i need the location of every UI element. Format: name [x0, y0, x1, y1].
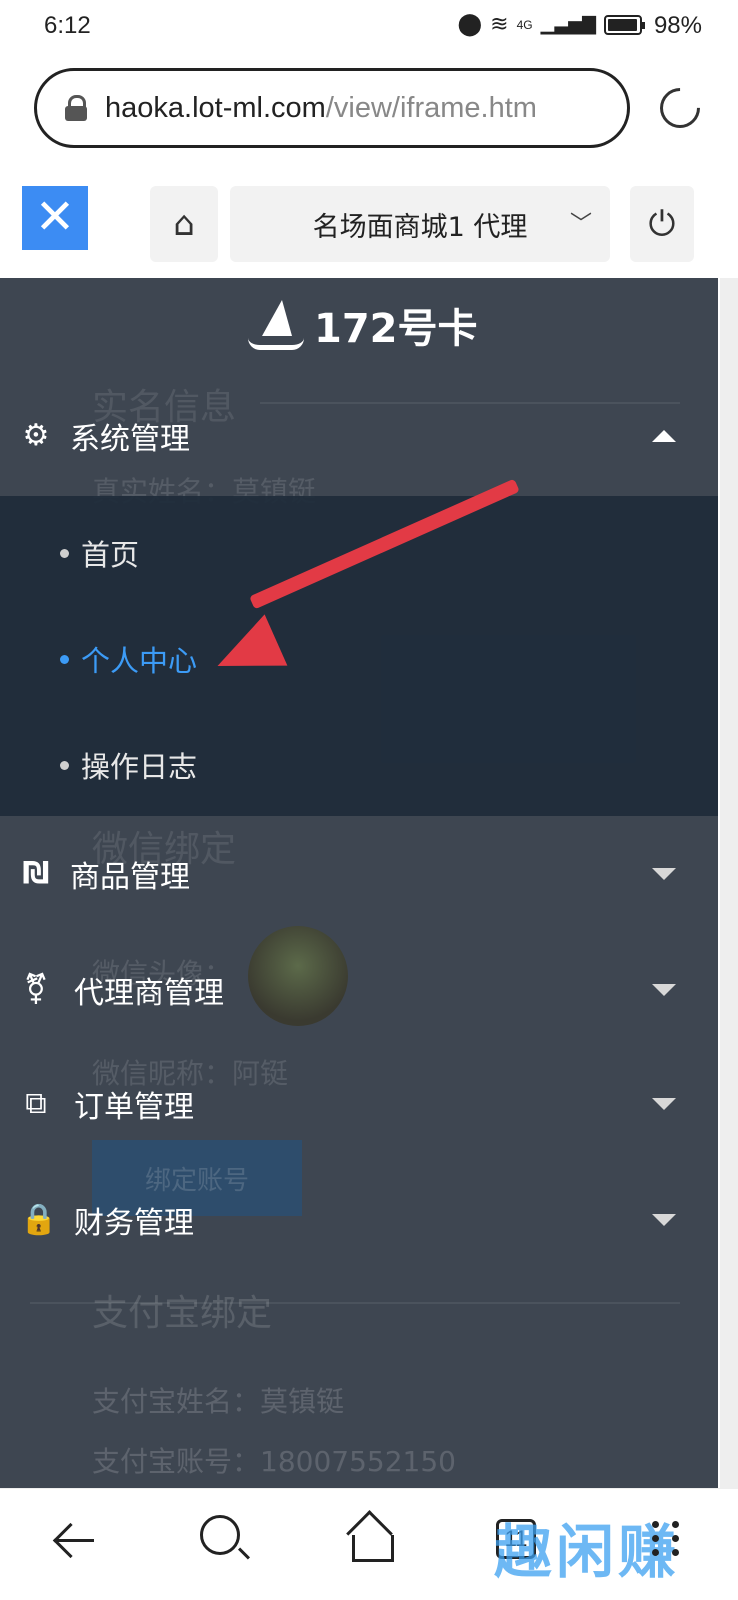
lock-icon: 🔒: [20, 1202, 58, 1237]
logout-button[interactable]: ⏻: [630, 186, 694, 262]
menu-item-label: 操作日志: [81, 750, 198, 784]
home-nav-icon[interactable]: [346, 1513, 394, 1563]
url-path: /view/iframe.htm: [325, 91, 537, 124]
agent-icon: ⚧: [23, 972, 49, 1007]
menu-item-profile[interactable]: 个人中心: [60, 638, 197, 680]
battery-percent: 98%: [653, 12, 702, 39]
bullet-icon: [60, 654, 69, 664]
menu-item-label: 个人中心: [81, 644, 198, 678]
menu-group-products[interactable]: ₪ 商品管理: [0, 834, 718, 914]
logo-text: 172号卡: [314, 306, 478, 352]
bullet-icon: [60, 760, 69, 770]
page-scrollbar[interactable]: [720, 278, 738, 1488]
status-bar: 6:12 ⬤ ≋ 4G ▁▃▅▇ 98%: [0, 0, 738, 56]
order-icon: ⧉: [25, 1086, 47, 1121]
status-time: 6:12: [44, 12, 91, 39]
location-icon: ⬤: [457, 12, 483, 37]
signal-label: 4G: [516, 17, 533, 32]
menu-group-agents[interactable]: ⚧ 代理商管理: [0, 950, 718, 1030]
bg-alipay-name: 支付宝姓名：莫镇铤: [92, 1385, 345, 1418]
menu-group-label: 订单管理: [74, 1090, 194, 1125]
browser-bottom-nav: 11 趣闲赚: [0, 1488, 738, 1600]
menu-group-label: 代理商管理: [74, 976, 224, 1011]
menu-item-logs[interactable]: 操作日志: [60, 744, 197, 786]
chevron-down-icon: ﹀: [569, 212, 592, 237]
expand-icon: [652, 868, 676, 880]
home-button[interactable]: ⌂: [150, 186, 218, 262]
battery-icon: [604, 14, 645, 35]
logo: 172号卡: [244, 296, 478, 354]
search-icon[interactable]: [200, 1515, 240, 1555]
menu-group-finance[interactable]: 🔒 财务管理: [0, 1180, 718, 1260]
bg-section-alipay: 支付宝绑定: [92, 1293, 273, 1334]
home-icon: ⌂: [173, 204, 195, 244]
url-host: haoka.lot-ml.com: [105, 91, 326, 124]
bg-alipay-account: 支付宝账号：18007552150: [92, 1445, 456, 1478]
bullet-icon: [60, 548, 69, 558]
status-icons: ⬤ ≋ 4G ▁▃▅▇: [457, 12, 645, 37]
expand-icon: [652, 1098, 676, 1110]
lock-icon: [63, 95, 89, 121]
menu-group-label: 系统管理: [70, 422, 190, 457]
signal-icon: ▁▃▅▇: [540, 14, 596, 35]
menu-group-label: 商品管理: [70, 860, 190, 895]
menu-dots-icon[interactable]: [650, 1519, 684, 1559]
close-menu-button[interactable]: ✕: [22, 186, 88, 250]
address-bar[interactable]: haoka.lot-ml.com/view/iframe.htm: [34, 68, 630, 148]
wifi-icon: ≋: [490, 12, 509, 37]
collapse-icon: [652, 430, 676, 442]
back-icon[interactable]: [52, 1519, 96, 1563]
url-text: haoka.lot-ml.com/view/iframe.htm: [105, 92, 537, 125]
power-icon: ⏻: [648, 204, 676, 244]
menu-group-orders[interactable]: ⧉ 订单管理: [0, 1064, 718, 1144]
shop-name: 名场面商城1 代理: [312, 211, 528, 243]
expand-icon: [652, 984, 676, 996]
gear-icon: ⚙: [22, 418, 50, 453]
logo-sail-icon: [244, 296, 306, 354]
menu-item-label: 首页: [81, 538, 140, 572]
menu-group-label: 财务管理: [74, 1206, 194, 1241]
product-icon: ₪: [22, 856, 50, 891]
expand-icon: [652, 1214, 676, 1226]
menu-item-home[interactable]: 首页: [60, 532, 139, 574]
reload-icon[interactable]: [651, 79, 709, 137]
shop-selector[interactable]: 名场面商城1 代理 ﹀: [230, 186, 610, 262]
menu-group-system[interactable]: ⚙ 系统管理: [0, 396, 718, 476]
